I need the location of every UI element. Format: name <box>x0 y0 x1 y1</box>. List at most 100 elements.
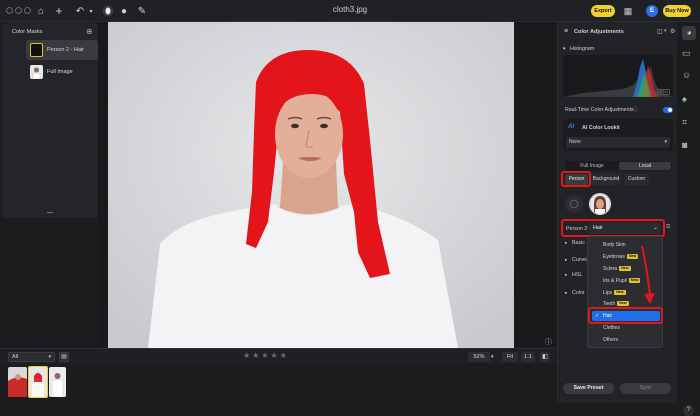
chevron-down-icon[interactable]: ▾ <box>84 4 98 18</box>
top-toolbar: ⌂ + ↶ ▾ ● ✎ cloth3.jpg Export ▦ E Buy No… <box>0 0 700 22</box>
compare-icon[interactable]: ◫ <box>657 28 663 35</box>
section-color[interactable]: Color <box>572 290 585 296</box>
mask-brush-icon[interactable]: ● <box>117 4 131 18</box>
person-1-avatar[interactable]: ◯ <box>565 195 583 213</box>
filter-select[interactable]: All ▾ <box>8 352 55 362</box>
ai-icon: AI <box>568 124 574 130</box>
add-mask-icon[interactable]: ⊕ <box>86 27 93 36</box>
zoom-select[interactable]: 52% <box>468 352 490 362</box>
link-icon[interactable]: ⧉ <box>666 224 670 231</box>
rating-star[interactable]: ★ <box>243 351 252 360</box>
chevron-right-icon[interactable]: › <box>617 124 619 130</box>
realtime-label: Real-Time Color Adjustments <box>565 107 634 113</box>
rating-star[interactable]: ★ <box>252 351 261 360</box>
buy-now-button[interactable]: Buy Now <box>663 5 691 17</box>
ai-looks-value: None <box>569 139 581 145</box>
window-minimize-button[interactable] <box>15 7 22 14</box>
avatar[interactable]: E <box>646 5 658 17</box>
select-tool-icon[interactable] <box>101 4 115 18</box>
layers-icon[interactable]: ▭ <box>682 48 691 59</box>
thumbnail[interactable] <box>8 367 27 397</box>
chevron-down-icon[interactable]: ▾ <box>664 28 667 34</box>
filmstrip-toggle-icon[interactable]: ▤ <box>59 352 69 362</box>
gallery-icon[interactable]: ▦ <box>621 4 635 18</box>
document-title: cloth3.jpg <box>332 5 368 14</box>
dropdown-item-others[interactable]: Others <box>603 337 618 343</box>
resize-handle[interactable] <box>47 212 53 213</box>
tab-background[interactable]: Background <box>591 174 621 185</box>
settings-icon[interactable]: ⚙ <box>670 28 675 35</box>
photo-canvas[interactable] <box>108 22 514 348</box>
thumbnail-selected[interactable] <box>28 366 48 398</box>
tab-custom[interactable]: Custom <box>624 174 649 185</box>
section-basic[interactable]: Basic <box>572 240 585 246</box>
dropdown-item-eyebrows[interactable]: Eyebrows New <box>603 254 639 260</box>
rating-stars[interactable]: ★★★★★ <box>243 351 289 360</box>
panel-title: Color Adjustments <box>574 29 624 35</box>
highlight-person-select <box>561 219 665 237</box>
portrait-photo <box>108 22 514 348</box>
rating-star[interactable]: ★ <box>271 351 280 360</box>
dropdown-item-clothes[interactable]: Clothes <box>603 325 620 331</box>
new-badge: New <box>619 266 631 272</box>
filter-value: All <box>12 354 19 360</box>
new-badge: New <box>614 290 626 296</box>
histogram: JPEG <box>563 55 673 97</box>
chevron-down-icon: ▾ <box>664 139 667 145</box>
expand-icon[interactable]: ▸ <box>565 240 567 246</box>
window-maximize-button[interactable] <box>24 7 31 14</box>
window-close-button[interactable] <box>6 7 13 14</box>
ai-looks-label: AI Color Looks <box>582 125 620 131</box>
highlight-person-tab <box>561 171 591 187</box>
sync-button[interactable]: Sync <box>620 383 671 394</box>
realtime-toggle[interactable] <box>663 107 673 113</box>
dropdown-item-iris-pupil[interactable]: Iris & Pupil New <box>603 278 641 284</box>
camera-icon[interactable]: ◙ <box>682 140 687 150</box>
dropdown-item-lips[interactable]: Lips New <box>603 290 626 296</box>
new-badge: New <box>617 301 629 307</box>
add-icon[interactable]: + <box>52 4 66 18</box>
expand-icon[interactable]: ▸ <box>565 257 567 263</box>
shirt-icon[interactable]: ♠ <box>682 94 687 104</box>
ai-looks-select[interactable]: None ▾ <box>566 137 670 148</box>
dropdown-item-sclera[interactable]: Sclera New <box>603 266 631 272</box>
help-icon[interactable]: ? <box>683 405 694 416</box>
section-hsl[interactable]: HSL <box>572 272 582 278</box>
person-2-avatar[interactable] <box>589 193 611 215</box>
compare-icon[interactable]: ◧ <box>540 352 550 362</box>
mask-thumbnail <box>30 43 43 57</box>
mask-thumbnail <box>30 65 43 80</box>
expand-icon[interactable]: ▸ <box>565 290 567 296</box>
back-icon[interactable]: ≡ <box>564 28 568 35</box>
color-masks-panel: Color Masks ⊕ Person 2 - Hair Full Image <box>2 23 98 218</box>
expand-icon[interactable]: ▸ <box>565 272 567 278</box>
crop-icon[interactable]: ⌗ <box>682 117 687 128</box>
home-icon[interactable]: ⌂ <box>34 4 48 18</box>
highlight-hair-option <box>588 307 663 324</box>
tab-local[interactable]: Local <box>619 162 671 170</box>
panel-title: Color Masks <box>12 29 43 35</box>
export-button[interactable]: Export <box>591 5 615 17</box>
tab-full-image[interactable]: Full Image <box>566 162 618 170</box>
save-preset-button[interactable]: Save Preset <box>563 383 614 394</box>
actual-size-button[interactable]: 1:1 <box>521 352 535 362</box>
annotation-arrow <box>641 245 655 304</box>
mask-item-full-image[interactable]: Full Image <box>26 62 98 82</box>
portrait-icon[interactable]: ☺ <box>682 70 691 80</box>
thumbnail[interactable] <box>49 367 66 397</box>
info-icon[interactable]: ⓘ <box>633 106 638 113</box>
pen-icon[interactable]: ✎ <box>135 4 149 18</box>
mask-item-label: Person 2 - Hair <box>47 47 84 53</box>
rating-star[interactable]: ★ <box>280 351 289 360</box>
mask-item-label: Full Image <box>47 69 73 75</box>
fit-button[interactable]: Fit <box>502 352 518 362</box>
collapse-icon[interactable]: ▾ <box>563 46 566 52</box>
chevron-down-icon: ▾ <box>48 354 51 360</box>
info-icon[interactable]: ⓘ <box>545 337 552 347</box>
color-adjust-icon[interactable]: ◕ <box>682 26 696 40</box>
mask-item-person2-hair[interactable]: Person 2 - Hair <box>26 40 98 60</box>
rating-star[interactable]: ★ <box>261 351 270 360</box>
dropdown-item-body-skin[interactable]: Body Skin <box>603 242 626 248</box>
right-tool-rail: ◕ ▭ ☺ ♠ ⌗ ◙ ? <box>677 22 700 416</box>
canvas-bottom-bar: All ▾ ▤ ★★★★★ 52% ▾ Fit 1:1 ◧ <box>0 348 556 364</box>
